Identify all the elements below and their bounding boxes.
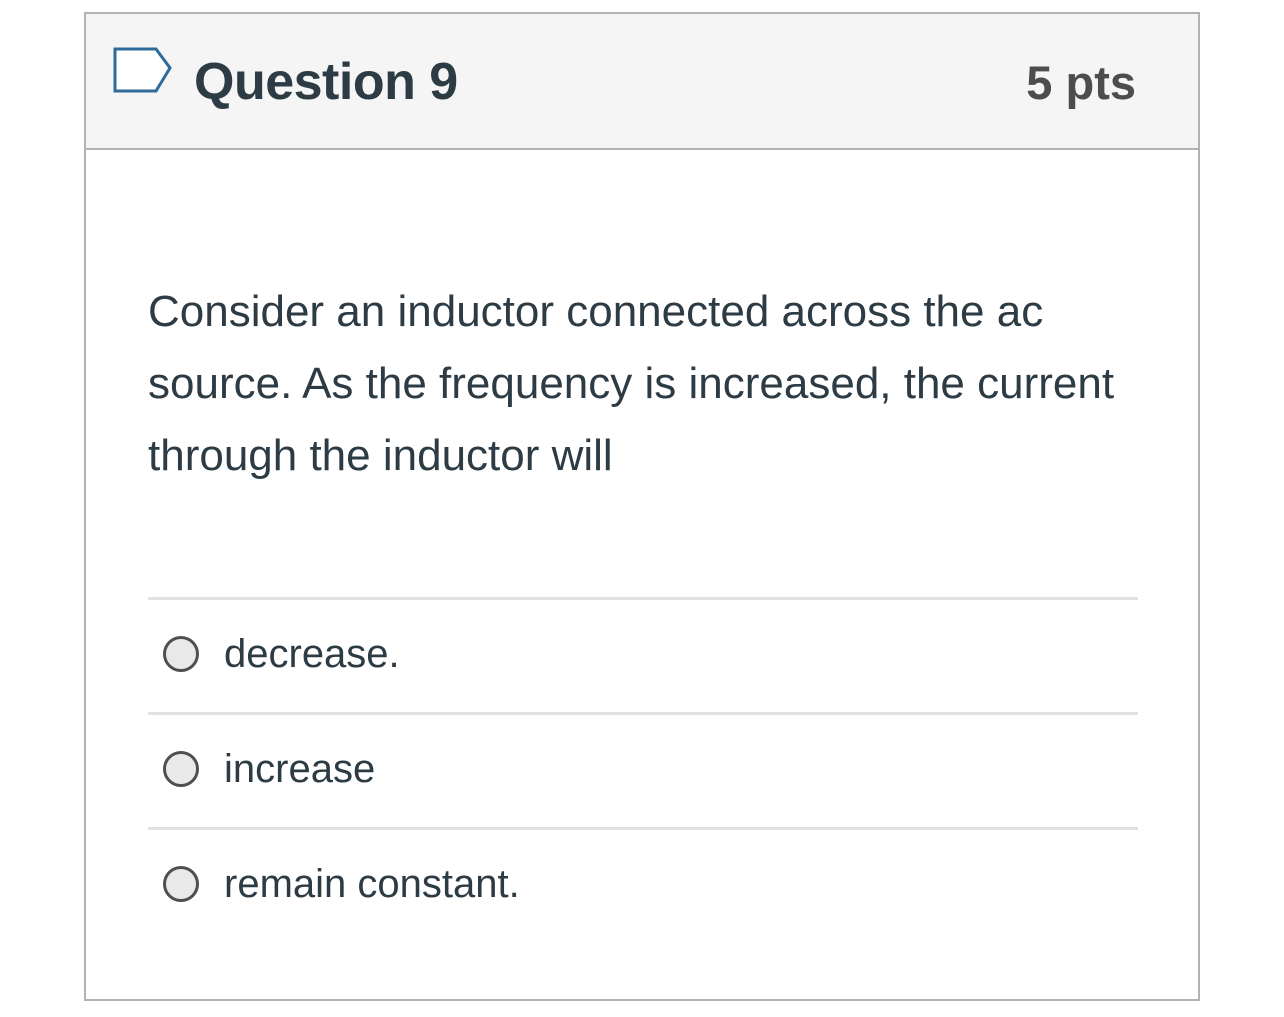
question-text: Consider an inductor connected across th… <box>148 287 1115 480</box>
answer-option[interactable]: increase <box>148 712 1138 827</box>
question-title: Question 9 <box>194 53 458 111</box>
answer-option[interactable]: decrease. <box>148 597 1138 712</box>
question-card: Question 9 5 pts Consider an inductor co… <box>84 12 1200 1001</box>
flag-question-icon[interactable] <box>112 45 174 95</box>
answer-option[interactable]: remain constant. <box>148 827 1138 942</box>
radio-button[interactable] <box>163 636 199 672</box>
radio-button[interactable] <box>163 751 199 787</box>
question-header: Question 9 5 pts <box>86 14 1198 150</box>
radio-button[interactable] <box>163 866 199 902</box>
answer-label[interactable]: decrease. <box>224 628 400 680</box>
question-points: 5 pts <box>1026 56 1136 109</box>
answer-label[interactable]: remain constant. <box>224 858 520 910</box>
answer-list: decrease. increase remain constant. <box>148 597 1138 942</box>
answer-label[interactable]: increase <box>224 743 375 795</box>
